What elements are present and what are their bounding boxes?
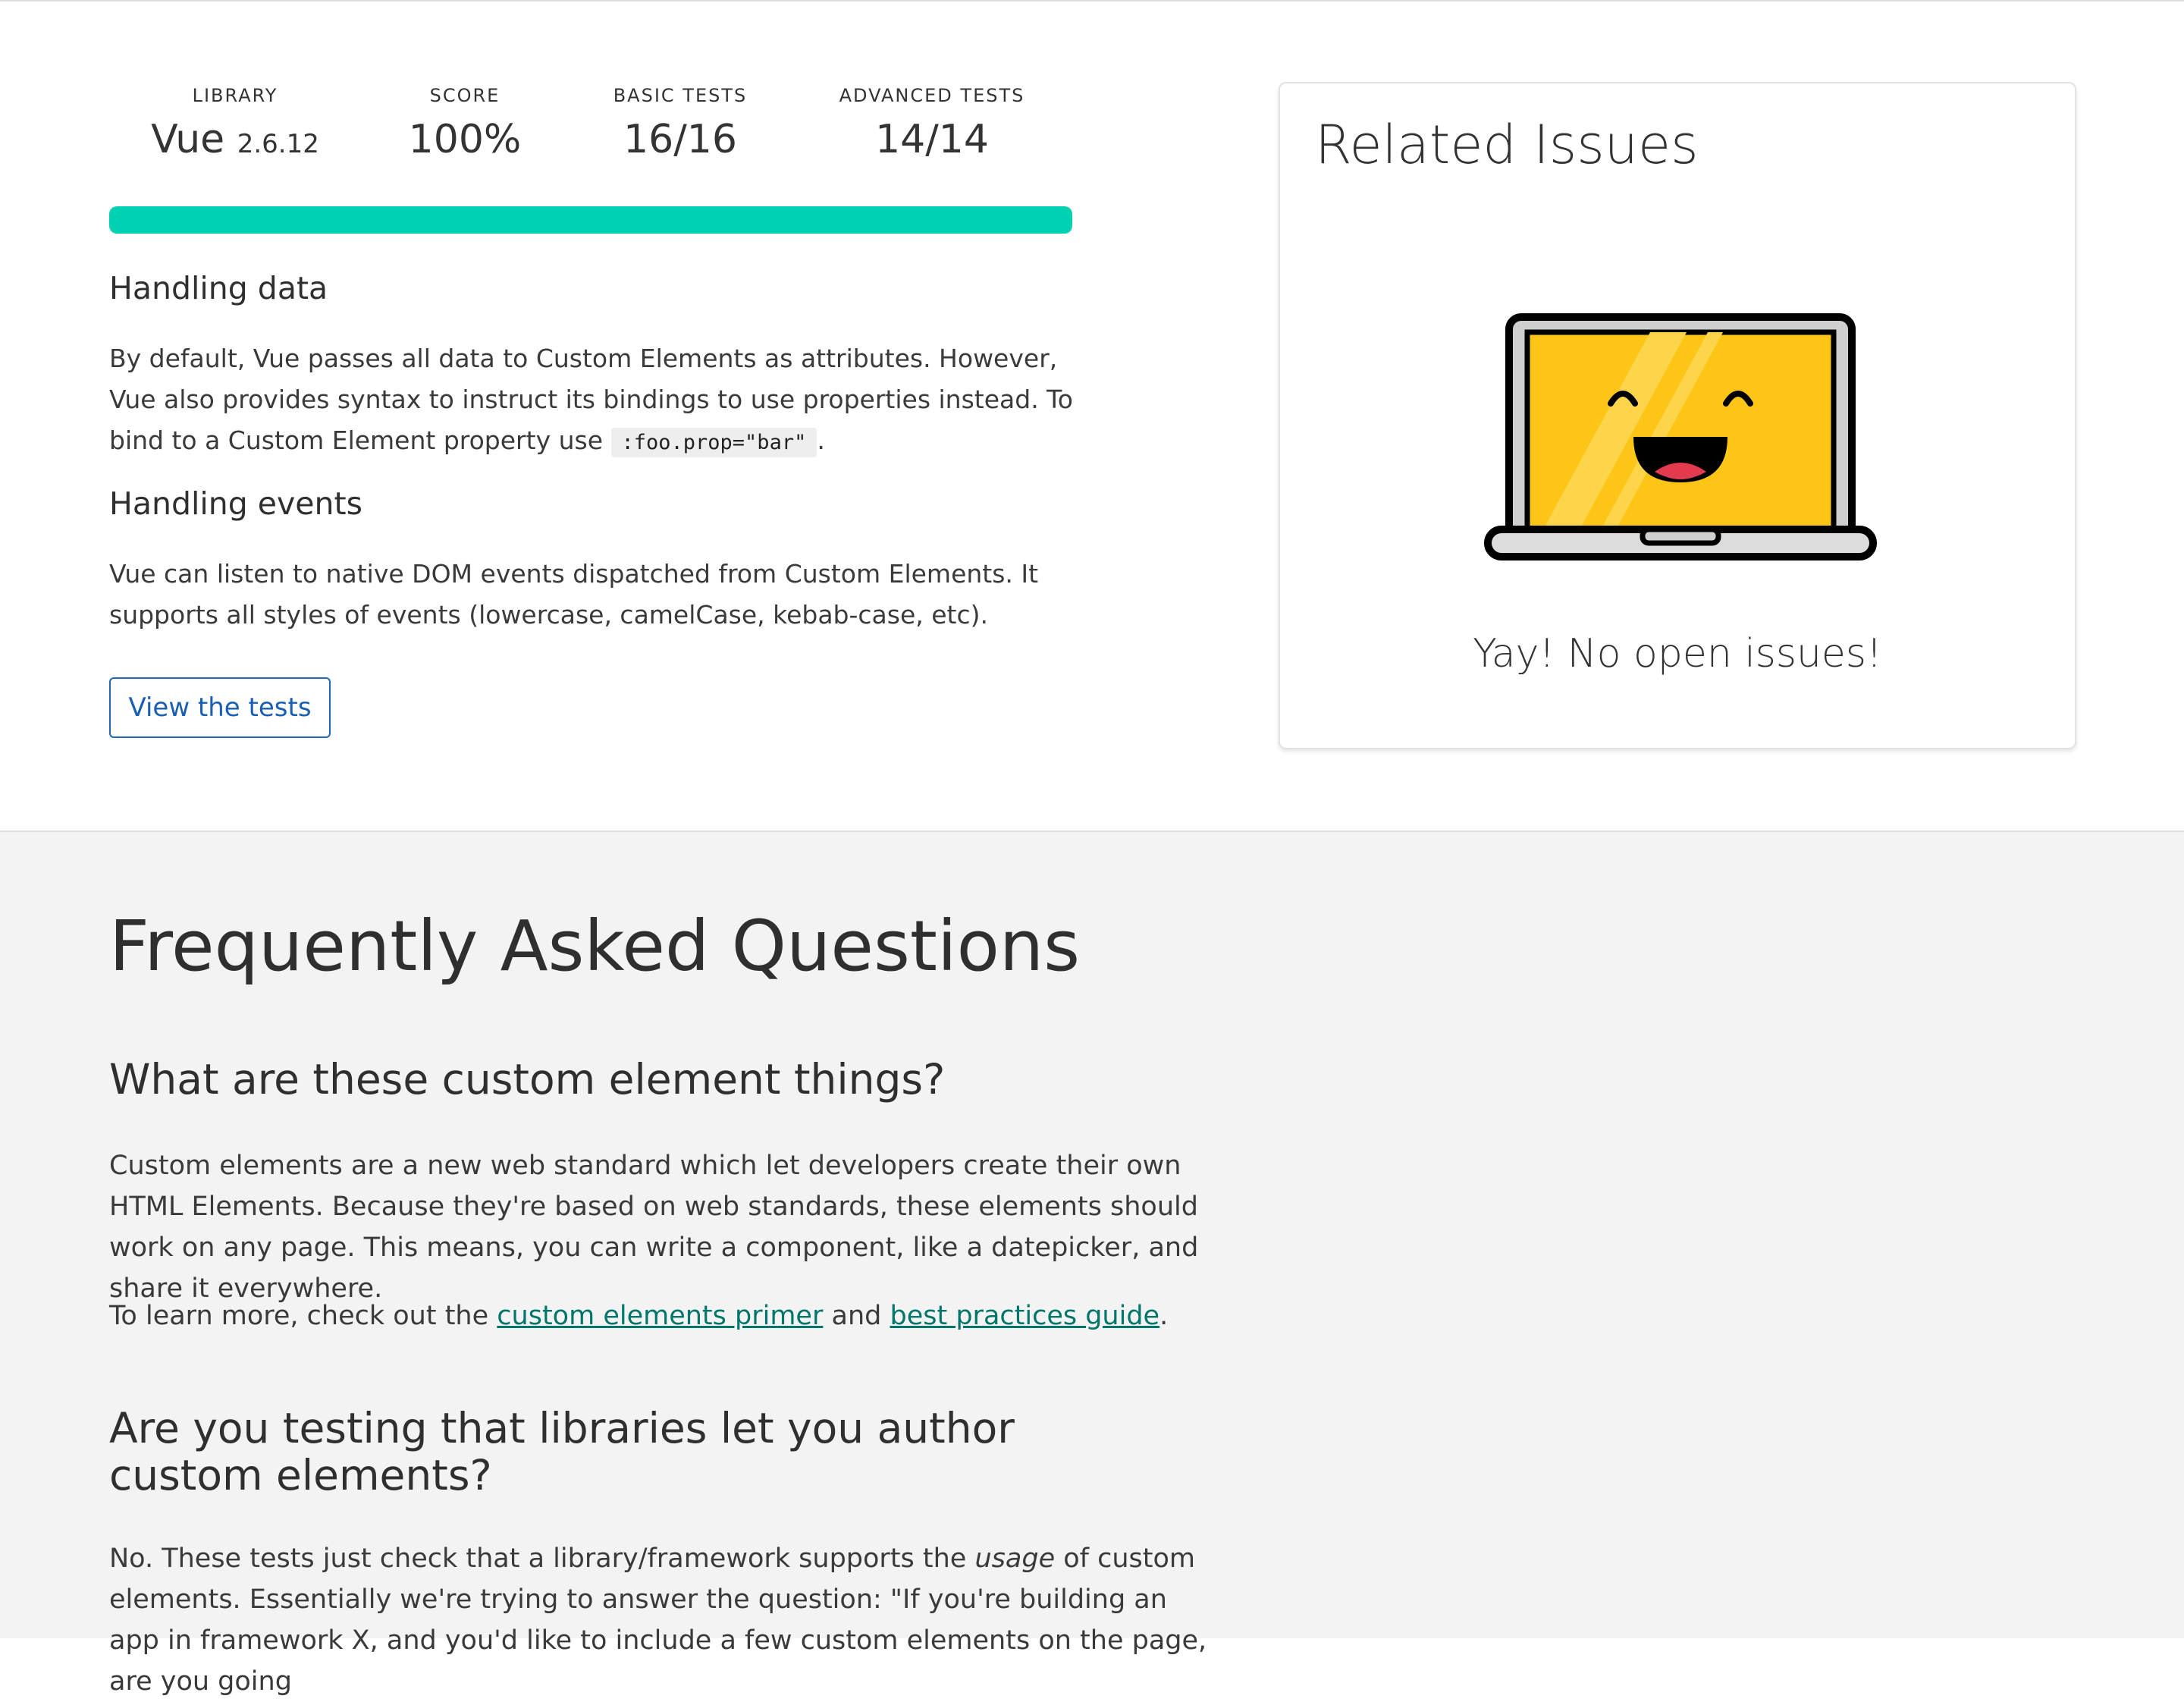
handling-data-body: By default, Vue passes all data to Custo…	[109, 344, 1073, 455]
learn-more-text: To learn more, check out the	[109, 1301, 489, 1331]
library-name: Vue	[151, 117, 225, 162]
no-issues-message: Yay! No open issues!	[1473, 631, 1882, 677]
stat-label: LIBRARY	[192, 85, 278, 106]
best-practices-guide-link[interactable]: best practices guide	[890, 1301, 1160, 1331]
usage-emphasis: usage	[974, 1543, 1056, 1574]
handling-events-heading: Handling events	[109, 485, 362, 522]
related-issues-card: Related Issues Yay! No open issues!	[1279, 82, 2076, 749]
custom-elements-primer-link[interactable]: custom elements primer	[497, 1301, 823, 1331]
library-version: 2.6.12	[237, 129, 319, 159]
handling-data-period: .	[817, 426, 825, 455]
view-tests-button[interactable]: View the tests	[109, 677, 331, 738]
faq-learn-more: To learn more, check out the custom elem…	[109, 1295, 1216, 1336]
stat-value: 14/14	[875, 117, 989, 162]
faq-question-2: Are you testing that libraries let you a…	[109, 1404, 1015, 1499]
faq-answer-2: No. These tests just check that a librar…	[109, 1538, 1216, 1702]
score-progress-bar	[109, 206, 1072, 234]
learn-more-and: and	[831, 1301, 882, 1331]
stat-score: SCORE 100%	[385, 82, 544, 167]
learn-more-period: .	[1159, 1301, 1169, 1331]
stat-library: LIBRARY Vue 2.6.12	[144, 82, 326, 171]
stat-basic-tests: BASIC TESTS 16/16	[592, 82, 769, 167]
stat-label: ADVANCED TESTS	[839, 85, 1025, 106]
handling-data-text: By default, Vue passes all data to Custo…	[109, 338, 1087, 463]
property-binding-code: :foo.prop="bar"	[610, 428, 817, 457]
stat-label: BASIC TESTS	[613, 85, 748, 106]
stat-value: Vue 2.6.12	[144, 112, 326, 171]
happy-laptop-icon	[1484, 313, 1877, 561]
score-progress-fill	[109, 206, 1072, 234]
handling-data-heading: Handling data	[109, 270, 328, 306]
stat-value: 16/16	[623, 117, 737, 162]
stat-label: SCORE	[429, 85, 500, 106]
faq-answer-2-start: No. These tests just check that a librar…	[109, 1543, 967, 1574]
faq-answer-1: Custom elements are a new web standard w…	[109, 1151, 1199, 1304]
handling-events-text: Vue can listen to native DOM events disp…	[109, 559, 1039, 630]
related-issues-title: Related Issues	[1315, 114, 1699, 176]
stat-value: 100%	[408, 117, 522, 162]
faq-title: Frequently Asked Questions	[109, 906, 1081, 987]
faq-question-1: What are these custom element things?	[109, 1055, 946, 1104]
stat-advanced-tests: ADVANCED TESTS 14/14	[825, 82, 1039, 167]
